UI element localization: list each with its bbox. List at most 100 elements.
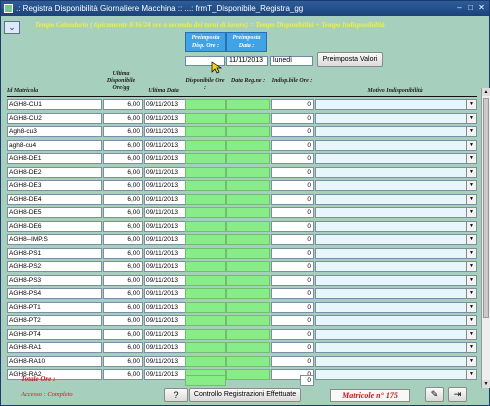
- scroll-up-icon[interactable]: ▲: [482, 88, 490, 96]
- data-reg-input[interactable]: [226, 261, 270, 272]
- chevron-down-icon[interactable]: ▼: [466, 262, 476, 271]
- data-reg-input[interactable]: [226, 234, 270, 245]
- motivo-select[interactable]: ▼: [315, 328, 477, 340]
- indisp-ore-input[interactable]: 0: [271, 153, 314, 164]
- disp-ore-input[interactable]: [185, 301, 226, 313]
- disp-ore-input[interactable]: [185, 166, 226, 178]
- form-menu-icon[interactable]: ⌄: [4, 21, 20, 34]
- data-reg-input[interactable]: [226, 288, 270, 299]
- disp-ore-input[interactable]: [185, 139, 226, 151]
- chevron-down-icon[interactable]: ▼: [466, 343, 476, 352]
- chevron-down-icon[interactable]: ▼: [466, 208, 476, 217]
- motivo-select[interactable]: ▼: [315, 342, 477, 353]
- indisp-ore-input[interactable]: 0: [271, 301, 314, 313]
- disp-ore-input[interactable]: [185, 99, 226, 110]
- motivo-select[interactable]: ▼: [315, 207, 477, 218]
- disp-ore-input[interactable]: [185, 234, 226, 245]
- disp-ore-input[interactable]: [185, 193, 226, 205]
- motivo-select[interactable]: ▼: [315, 220, 477, 232]
- motivo-select[interactable]: ▼: [315, 193, 477, 205]
- data-reg-input[interactable]: [226, 153, 270, 164]
- data-reg-input[interactable]: [226, 112, 270, 124]
- chevron-down-icon[interactable]: ▼: [466, 181, 476, 190]
- indisp-ore-input[interactable]: 0: [271, 193, 314, 205]
- data-reg-input[interactable]: [226, 99, 270, 110]
- title-bar[interactable]: .: Registra Disponibilità Giornaliere Ma…: [1, 1, 489, 16]
- data-reg-input[interactable]: [226, 355, 270, 367]
- disp-ore-input[interactable]: [185, 274, 226, 286]
- data-reg-input[interactable]: [226, 301, 270, 313]
- scroll-down-icon[interactable]: ▼: [482, 380, 490, 388]
- data-reg-input[interactable]: [226, 342, 270, 353]
- data-reg-input[interactable]: [226, 220, 270, 232]
- motivo-select[interactable]: ▼: [315, 247, 477, 259]
- motivo-select[interactable]: ▼: [315, 166, 477, 178]
- indisp-ore-input[interactable]: 0: [271, 180, 314, 191]
- motivo-select[interactable]: ▼: [315, 288, 477, 299]
- data-reg-input[interactable]: [226, 315, 270, 326]
- indisp-ore-input[interactable]: 0: [271, 261, 314, 272]
- disp-ore-input[interactable]: [185, 261, 226, 272]
- data-reg-input[interactable]: [226, 126, 270, 137]
- motivo-select[interactable]: ▼: [315, 369, 477, 380]
- disp-ore-input[interactable]: [185, 328, 226, 340]
- chevron-down-icon[interactable]: ▼: [466, 289, 476, 298]
- disp-ore-input[interactable]: [185, 207, 226, 218]
- disp-ore-input[interactable]: [185, 247, 226, 259]
- indisp-ore-input[interactable]: 0: [271, 315, 314, 326]
- motivo-select[interactable]: ▼: [315, 355, 477, 367]
- indisp-ore-input[interactable]: 0: [271, 139, 314, 151]
- data-reg-input[interactable]: [226, 207, 270, 218]
- maximize-icon[interactable]: □: [466, 4, 475, 13]
- indisp-ore-input[interactable]: 0: [271, 288, 314, 299]
- confirm-button[interactable]: ✎: [425, 387, 444, 402]
- motivo-select[interactable]: ▼: [315, 180, 477, 191]
- preset-date-input[interactable]: 11/11/2013: [226, 56, 268, 66]
- disp-ore-input[interactable]: [185, 342, 226, 353]
- indisp-ore-input[interactable]: 0: [271, 126, 314, 137]
- preimposta-valori-button[interactable]: Preimposta Valori: [317, 52, 383, 67]
- motivo-select[interactable]: ▼: [315, 234, 477, 245]
- chevron-down-icon[interactable]: ▼: [466, 113, 476, 123]
- scrollbar[interactable]: ▲ ▼: [481, 88, 490, 388]
- help-button[interactable]: ?: [164, 388, 188, 402]
- disp-ore-input[interactable]: [185, 126, 226, 137]
- chevron-down-icon[interactable]: ▼: [466, 275, 476, 285]
- disp-ore-input[interactable]: [185, 288, 226, 299]
- data-reg-input[interactable]: [226, 166, 270, 178]
- scroll-thumb[interactable]: [483, 98, 489, 318]
- motivo-select[interactable]: ▼: [315, 315, 477, 326]
- chevron-down-icon[interactable]: ▼: [466, 167, 476, 177]
- motivo-select[interactable]: ▼: [315, 99, 477, 110]
- chevron-down-icon[interactable]: ▼: [466, 127, 476, 136]
- disp-ore-input[interactable]: [185, 315, 226, 326]
- disp-ore-input[interactable]: [185, 180, 226, 191]
- indisp-ore-input[interactable]: 0: [271, 166, 314, 178]
- close-icon[interactable]: ✕: [477, 4, 486, 13]
- motivo-select[interactable]: ▼: [315, 126, 477, 137]
- controllo-registrazioni-button[interactable]: Controllo Registrazioni Effettuate: [189, 388, 301, 402]
- exit-button[interactable]: ⇥: [448, 387, 467, 402]
- disp-ore-input[interactable]: [185, 153, 226, 164]
- indisp-ore-input[interactable]: 0: [271, 328, 314, 340]
- data-reg-input[interactable]: [226, 247, 270, 259]
- chevron-down-icon[interactable]: ▼: [466, 329, 476, 339]
- minimize-icon[interactable]: –: [455, 4, 464, 13]
- motivo-select[interactable]: ▼: [315, 112, 477, 124]
- motivo-select[interactable]: ▼: [315, 153, 477, 164]
- motivo-select[interactable]: ▼: [315, 139, 477, 151]
- motivo-select[interactable]: ▼: [315, 301, 477, 313]
- disp-ore-input[interactable]: [185, 112, 226, 124]
- indisp-ore-input[interactable]: 0: [271, 234, 314, 245]
- data-reg-input[interactable]: [226, 328, 270, 340]
- data-reg-input[interactable]: [226, 180, 270, 191]
- indisp-ore-input[interactable]: 0: [271, 274, 314, 286]
- indisp-ore-input[interactable]: 0: [271, 220, 314, 232]
- motivo-select[interactable]: ▼: [315, 261, 477, 272]
- chevron-down-icon[interactable]: ▼: [466, 100, 476, 109]
- chevron-down-icon[interactable]: ▼: [466, 302, 476, 312]
- chevron-down-icon[interactable]: ▼: [466, 154, 476, 163]
- indisp-ore-input[interactable]: 0: [271, 247, 314, 259]
- indisp-ore-input[interactable]: 0: [271, 342, 314, 353]
- chevron-down-icon[interactable]: ▼: [466, 248, 476, 258]
